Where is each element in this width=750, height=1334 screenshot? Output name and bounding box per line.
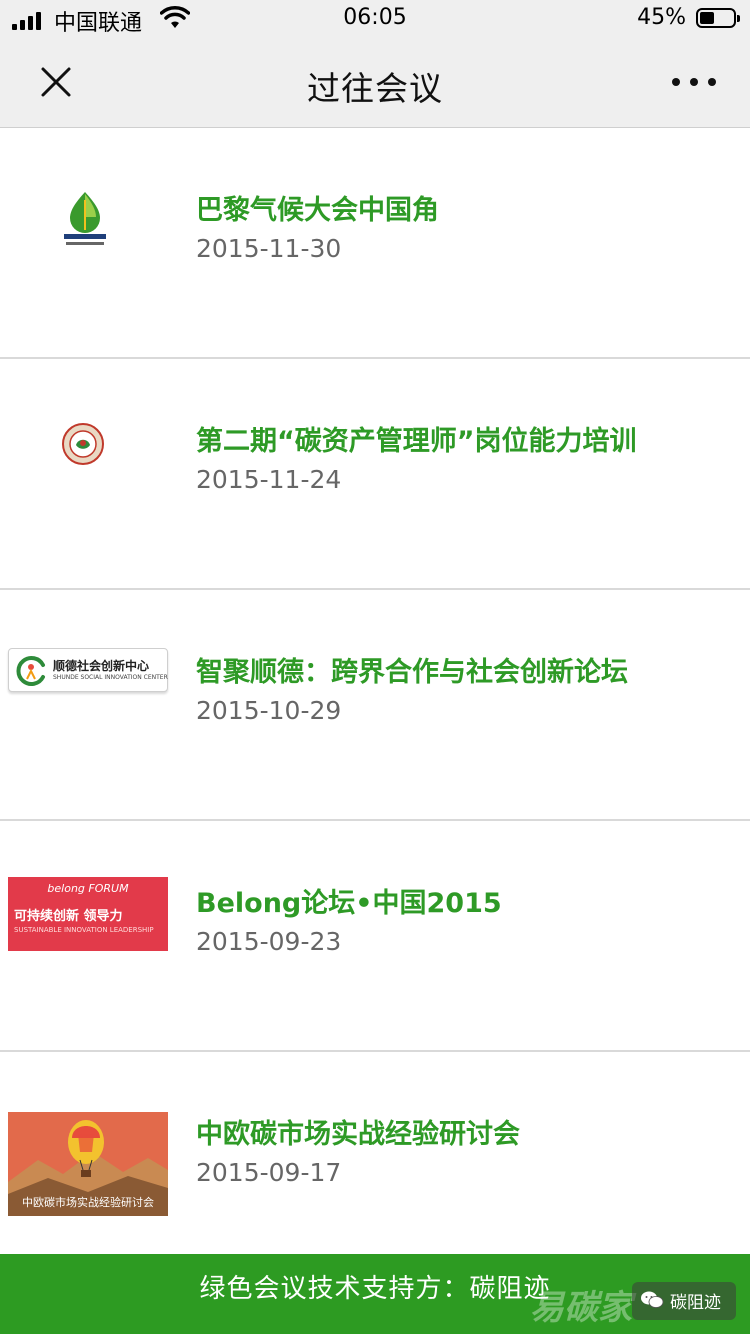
battery-percent: 45% (637, 5, 686, 30)
footer-banner: 绿色会议技术支持方：碳阻迹 易碳家 碳阻迹 (0, 1254, 750, 1334)
screen: 中国联通 06:05 45% 过往会议 巴黎气候大会中国角 2015-11-30… (0, 0, 750, 1334)
eu-carbon-seminar-image: 中欧碳市场实战经验研讨会 (8, 1112, 168, 1216)
watermark-account: 碳阻迹 (670, 1293, 721, 1313)
list-item[interactable]: 中欧碳市场实战经验研讨会 中欧碳市场实战经验研讨会 2015-09-17 (0, 1052, 750, 1283)
watermark-logo: 易碳家 (530, 1288, 632, 1328)
meeting-date: 2015-11-30 (196, 234, 342, 263)
meeting-date: 2015-09-23 (196, 927, 342, 956)
nav-bar: 过往会议 (0, 40, 750, 128)
logo-text: belong FORUM (47, 882, 129, 895)
battery-icon (696, 8, 740, 28)
meeting-date: 2015-11-24 (196, 465, 342, 494)
wechat-account-badge: 碳阻迹 (632, 1282, 736, 1320)
battery-level (700, 12, 714, 24)
close-icon (41, 67, 71, 97)
more-icon (672, 78, 680, 86)
list-item[interactable]: 巴黎气候大会中国角 2015-11-30 (0, 128, 750, 359)
wechat-icon (641, 1291, 664, 1308)
page-title: 过往会议 (307, 69, 443, 108)
meeting-title: 智聚顺德：跨界合作与社会创新论坛 (196, 657, 628, 688)
more-button[interactable] (672, 70, 716, 94)
list-item[interactable]: 第二期“碳资产管理师”岗位能力培训 2015-11-24 (0, 359, 750, 590)
meeting-list: 巴黎气候大会中国角 2015-11-30 第二期“碳资产管理师”岗位能力培训 2… (0, 128, 750, 1283)
list-item[interactable]: belong FORUM 可持续创新 领导力 SUSTAINABLE INNOV… (0, 821, 750, 1052)
close-button[interactable] (34, 60, 78, 104)
training-seal-logo (62, 423, 104, 465)
meeting-title: 巴黎气候大会中国角 (196, 195, 439, 226)
logo-subtext: SHUNDE SOCIAL INNOVATION CENTER (53, 674, 168, 681)
logo-caption: 中欧碳市场实战经验研讨会 (22, 1196, 154, 1209)
logo-subtext: 可持续创新 领导力 (14, 909, 123, 924)
meeting-title: 第二期“碳资产管理师”岗位能力培训 (196, 426, 637, 457)
list-item[interactable]: 顺德社会创新中心 SHUNDE SOCIAL INNOVATION CENTER… (0, 590, 750, 821)
logo-caption: SUSTAINABLE INNOVATION LEADERSHIP (14, 926, 154, 934)
logo-text: 顺德社会创新中心 (53, 659, 150, 673)
status-bar: 中国联通 06:05 45% (0, 0, 750, 40)
meeting-title: Belong论坛•中国2015 (196, 888, 502, 919)
meeting-title: 中欧碳市场实战经验研讨会 (196, 1119, 520, 1150)
meeting-date: 2015-10-29 (196, 696, 342, 725)
belong-forum-logo: belong FORUM 可持续创新 领导力 SUSTAINABLE INNOV… (8, 877, 168, 951)
meeting-date: 2015-09-17 (196, 1158, 342, 1187)
shunde-center-logo: 顺德社会创新中心 SHUNDE SOCIAL INNOVATION CENTER (8, 648, 168, 692)
paris-2015-logo (60, 190, 110, 252)
